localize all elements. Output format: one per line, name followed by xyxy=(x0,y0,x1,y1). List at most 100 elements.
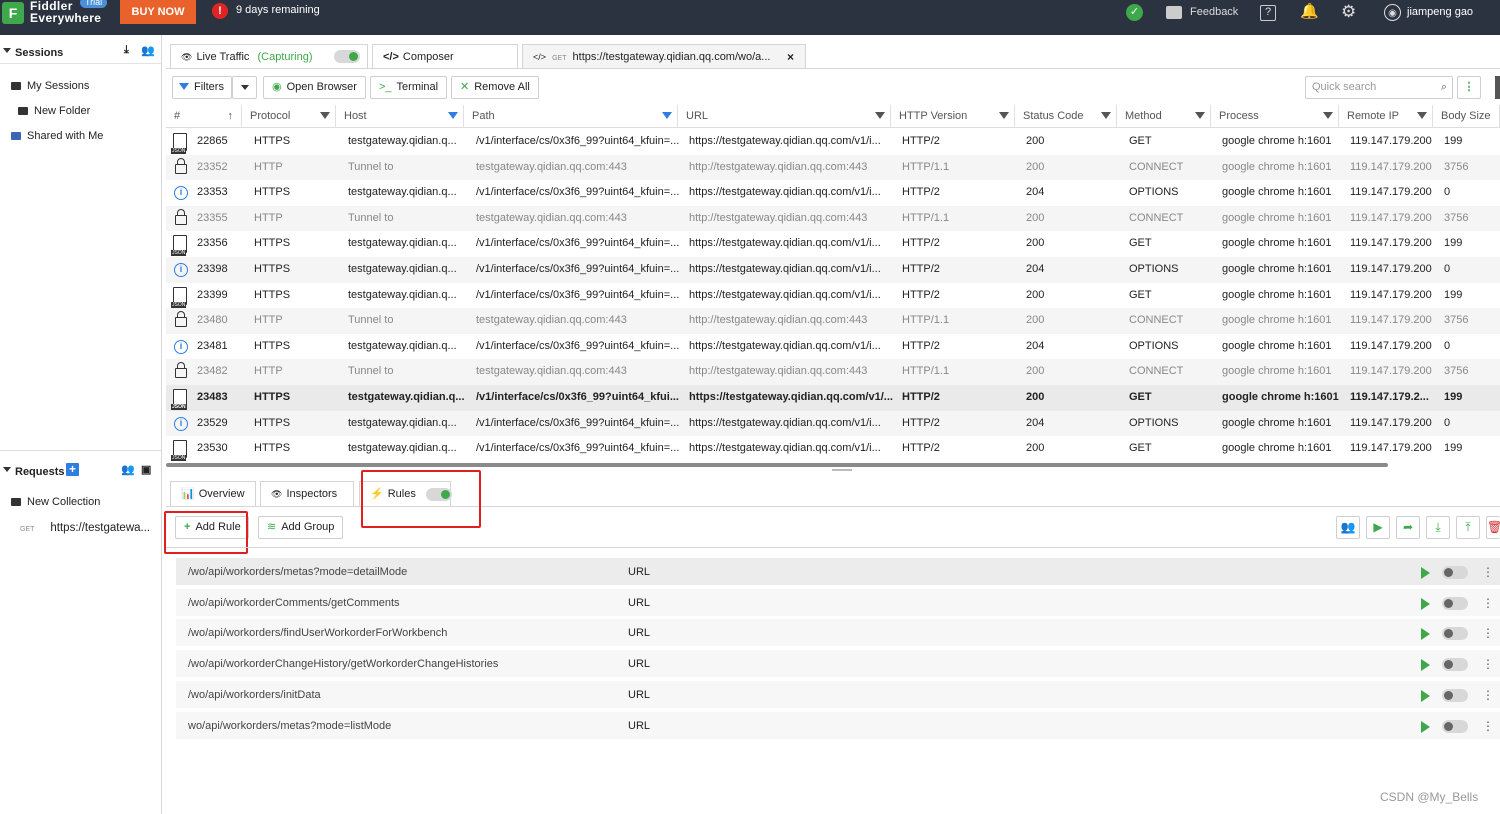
horizontal-scrollbar[interactable] xyxy=(166,463,1388,467)
remove-all-button[interactable]: ✕ Remove All xyxy=(451,76,539,99)
rule-row[interactable]: /wo/api/workorders/metas?mode=detailMode… xyxy=(176,558,1500,587)
column-header[interactable]: HTTP Version xyxy=(891,105,1015,128)
column-header[interactable]: Process xyxy=(1211,105,1339,128)
filters-button[interactable]: Filters xyxy=(172,76,232,99)
share-rules-icon[interactable]: 👥 xyxy=(1336,516,1360,539)
session-row[interactable]: i 23398 HTTPS testgateway.qidian.q... /v1/in… xyxy=(166,257,1500,283)
run-rule-play-icon[interactable] xyxy=(1421,597,1430,610)
feedback-button[interactable]: Feedback xyxy=(1166,0,1238,24)
session-row[interactable]: i 23353 HTTPS testgateway.qidian.q... /v1/in… xyxy=(166,180,1500,206)
tab-live-traffic[interactable]: 👁 Live Traffic (Capturing) xyxy=(170,44,368,69)
column-filter-icon[interactable] xyxy=(662,112,672,119)
import-sessions-icon[interactable]: ⤓ xyxy=(124,44,129,57)
rule-more-icon[interactable]: ⋮ xyxy=(1482,589,1494,618)
run-rule-play-icon[interactable] xyxy=(1421,628,1430,641)
sort-arrow-icon[interactable]: ↑ xyxy=(228,105,234,128)
import-rules-icon[interactable]: ⤓ xyxy=(1426,516,1450,539)
rule-row[interactable]: /wo/api/workorderChangeHistory/getWorkor… xyxy=(176,650,1500,680)
run-rule-play-icon[interactable] xyxy=(1421,720,1430,733)
add-group-button[interactable]: ≋ Add Group xyxy=(258,516,344,539)
sidebar-item-request[interactable]: GET https://testgatewa... xyxy=(20,522,150,534)
rule-enable-toggle[interactable] xyxy=(1442,627,1468,641)
column-header[interactable]: Path xyxy=(464,105,678,128)
sidebar-item-new-folder[interactable]: New Folder xyxy=(18,105,90,117)
session-row[interactable]: 23399 HTTPS testgateway.qidian.q... /v1/int… xyxy=(166,283,1500,309)
column-header[interactable]: Remote IP xyxy=(1339,105,1433,128)
more-options-icon[interactable]: ⋮ xyxy=(1457,76,1481,99)
export-rules-icon[interactable]: ⤒ xyxy=(1456,516,1480,539)
session-row[interactable]: i 23481 HTTPS testgateway.qidian.q... /v1/in… xyxy=(166,334,1500,360)
column-header[interactable]: Status Code xyxy=(1015,105,1117,128)
add-collection-icon[interactable]: ▣ xyxy=(141,463,151,476)
user-account-button[interactable]: ◉ jiampeng gao xyxy=(1384,0,1473,24)
column-filter-icon[interactable] xyxy=(1195,112,1205,119)
share-sessions-icon[interactable]: 👥 xyxy=(141,44,155,57)
run-rule-play-icon[interactable] xyxy=(1421,659,1430,672)
session-row[interactable]: 23355 HTTP Tunnel to testgateway.qidian.qq.… xyxy=(166,205,1500,232)
tab-composer[interactable]: </> Composer xyxy=(372,44,518,69)
session-row[interactable]: 23482 HTTP Tunnel to testgateway.qidian.qq.… xyxy=(166,359,1500,385)
sidebar-item-my-sessions[interactable]: My Sessions xyxy=(11,80,89,92)
terminal-button[interactable]: >_ Terminal xyxy=(370,76,448,99)
session-row[interactable]: i 23529 HTTPS testgateway.qidian.q... /v1/in… xyxy=(166,410,1500,437)
add-request-icon[interactable]: + xyxy=(66,463,79,476)
collapse-sessions-icon[interactable] xyxy=(3,48,11,53)
column-header[interactable]: Body Size xyxy=(1433,105,1500,128)
forward-rules-icon[interactable]: ➦ xyxy=(1396,516,1420,539)
quick-search-input[interactable]: Quick search ⌕ xyxy=(1305,76,1453,99)
splitter-handle[interactable] xyxy=(832,469,852,471)
run-rule-play-icon[interactable] xyxy=(1421,567,1430,579)
rule-enable-toggle[interactable] xyxy=(1442,719,1468,733)
rule-row[interactable]: wo/api/workorders/metas?mode=listMode URL… xyxy=(176,711,1500,741)
sidebar-splitter[interactable] xyxy=(0,450,162,451)
column-filter-icon[interactable] xyxy=(1417,112,1427,119)
rule-row[interactable]: /wo/api/workorders/findUserWorkorderForW… xyxy=(176,619,1500,649)
session-row[interactable]: 23480 HTTP Tunnel to testgateway.qidian.qq.… xyxy=(166,308,1500,334)
rule-more-icon[interactable]: ⋮ xyxy=(1482,619,1494,648)
session-row[interactable]: 22865 HTTPS testgateway.qidian.q... /v1/int… xyxy=(166,129,1500,155)
settings-gear-icon[interactable]: ⚙ xyxy=(1341,0,1356,24)
sidebar-item-new-collection[interactable]: New Collection xyxy=(11,496,100,508)
column-filter-icon[interactable] xyxy=(999,112,1009,119)
column-filter-icon[interactable] xyxy=(320,112,330,119)
rule-enable-toggle[interactable] xyxy=(1442,658,1468,672)
run-all-rules-icon[interactable]: ▶ xyxy=(1366,516,1390,539)
run-rule-play-icon[interactable] xyxy=(1421,689,1430,702)
delete-rules-icon[interactable]: 🗑 xyxy=(1486,516,1500,539)
connected-check-icon[interactable]: ✓ xyxy=(1126,0,1143,24)
filters-dropdown-button[interactable] xyxy=(232,76,257,99)
column-header[interactable]: Method xyxy=(1117,105,1211,128)
column-header[interactable]: # ↑ xyxy=(166,105,242,128)
rule-more-icon[interactable]: ⋮ xyxy=(1482,650,1494,679)
buy-now-button[interactable]: BUY NOW xyxy=(120,0,196,24)
tab-overview[interactable]: 📊 Overview xyxy=(170,481,256,506)
capture-toggle[interactable] xyxy=(334,50,360,63)
rule-enable-toggle[interactable] xyxy=(1442,688,1468,702)
help-icon[interactable]: ? xyxy=(1260,0,1276,24)
share-requests-icon[interactable]: 👥 xyxy=(121,463,135,476)
close-tab-icon[interactable]: × xyxy=(787,45,794,69)
sidebar-item-shared-with-me[interactable]: Shared with Me xyxy=(11,130,103,142)
session-row[interactable]: 23352 HTTP Tunnel to testgateway.qidian.qq.… xyxy=(166,154,1500,181)
column-header[interactable]: URL xyxy=(678,105,891,128)
rule-enable-toggle[interactable] xyxy=(1442,566,1468,579)
session-row[interactable]: 23356 HTTPS testgateway.qidian.q... /v1/int… xyxy=(166,231,1500,257)
column-header[interactable]: Protocol xyxy=(242,105,336,128)
column-filter-icon[interactable] xyxy=(875,112,885,119)
collapse-requests-icon[interactable] xyxy=(3,467,11,472)
column-filter-icon[interactable] xyxy=(1101,112,1111,119)
notifications-bell-icon[interactable]: 🔔 xyxy=(1300,0,1319,24)
rule-row[interactable]: /wo/api/workorderComments/getComments URL… xyxy=(176,588,1500,618)
open-browser-button[interactable]: ◉ Open Browser xyxy=(263,76,366,99)
column-filter-icon[interactable] xyxy=(448,112,458,119)
rule-row[interactable]: /wo/api/workorders/initData URL ⋮ xyxy=(176,680,1500,710)
session-row[interactable]: 23483 HTTPS testgateway.qidian.q... /v1/int… xyxy=(166,385,1500,411)
rule-more-icon[interactable]: ⋮ xyxy=(1482,681,1494,710)
tab-get-request[interactable]: </> GET https://testgateway.qidian.qq.co… xyxy=(522,44,806,69)
rule-more-icon[interactable]: ⋮ xyxy=(1482,712,1494,741)
rule-enable-toggle[interactable] xyxy=(1442,596,1468,610)
rule-more-icon[interactable]: ⋮ xyxy=(1482,558,1494,587)
session-row[interactable]: 23530 HTTPS testgateway.qidian.q... /v1/int… xyxy=(166,436,1500,462)
column-header[interactable]: Host xyxy=(336,105,464,128)
tab-inspectors[interactable]: 👁 Inspectors xyxy=(260,481,354,506)
